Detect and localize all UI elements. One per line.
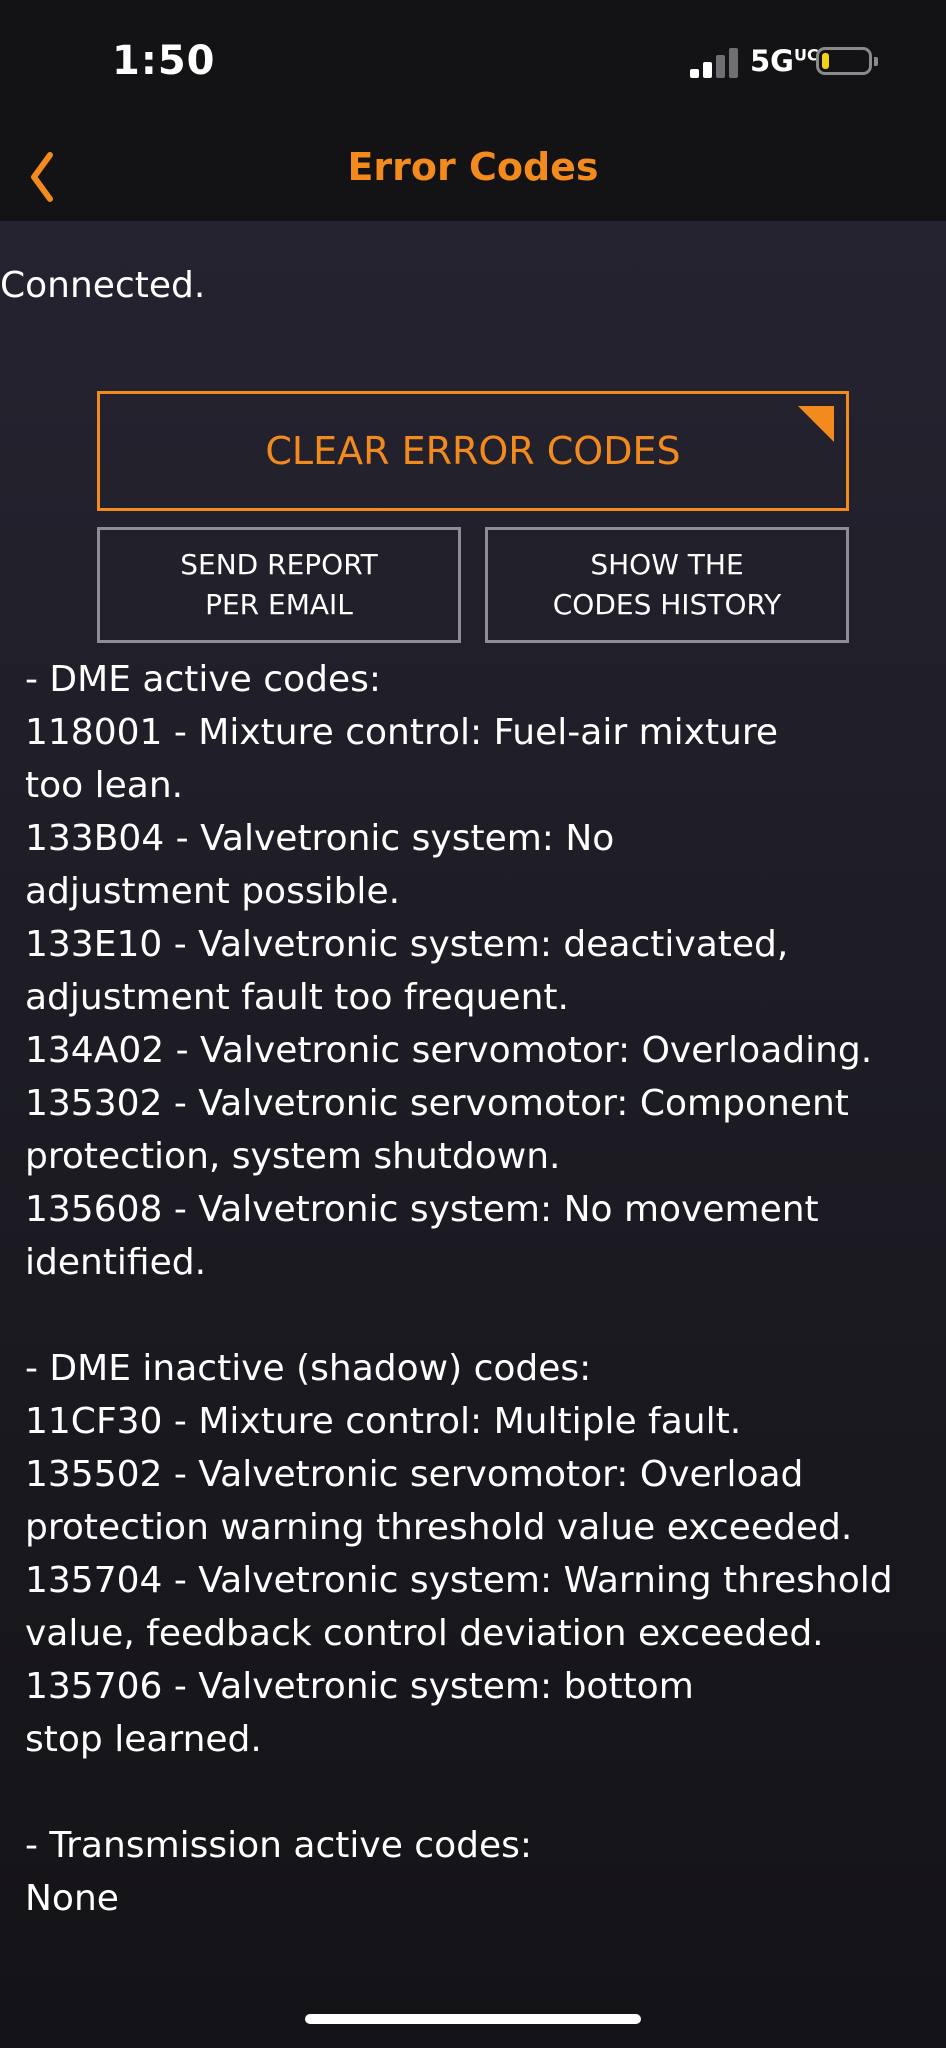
battery-icon: [816, 47, 878, 75]
report-line: 135608 - Valvetronic system: No movement: [25, 1189, 819, 1230]
report-line: 134A02 - Valvetronic servomotor: Overloa…: [25, 1030, 873, 1071]
clear-error-codes-button[interactable]: CLEAR ERROR CODES: [97, 391, 849, 511]
show-history-label: SHOW THE CODES HISTORY: [553, 545, 782, 625]
report-line: protection warning threshold value excee…: [25, 1507, 853, 1548]
clear-error-codes-label: CLEAR ERROR CODES: [265, 429, 681, 473]
network-indicator: 5GUC: [750, 44, 819, 78]
send-report-label-line2: PER EMAIL: [205, 588, 353, 621]
status-time: 1:50: [112, 38, 216, 84]
report-line: protection, system shutdown.: [25, 1136, 561, 1177]
battery-level: [822, 53, 829, 69]
send-report-email-button[interactable]: SEND REPORT PER EMAIL: [97, 527, 461, 643]
signal-strength-icon: [690, 48, 742, 78]
report-line: adjustment possible.: [25, 871, 401, 912]
signal-bar: [690, 69, 699, 78]
show-history-label-line2: CODES HISTORY: [552, 588, 782, 621]
connection-status: Connected.: [0, 265, 206, 306]
dme-inactive-header: - DME inactive (shadow) codes:: [25, 1348, 592, 1389]
report-line: adjustment fault too frequent.: [25, 977, 569, 1018]
page-title: Error Codes: [347, 145, 599, 189]
report-line: stop learned.: [25, 1719, 262, 1760]
report-line: 118001 - Mixture control: Fuel-air mixtu…: [25, 712, 779, 753]
home-indicator[interactable]: [305, 2014, 641, 2024]
report-line: 135502 - Valvetronic servomotor: Overloa…: [25, 1454, 804, 1495]
send-report-label-line1: SEND REPORT: [180, 548, 378, 581]
corner-triangle-icon: [798, 406, 834, 442]
signal-bar: [716, 55, 725, 78]
report-line: 133B04 - Valvetronic system: No: [25, 818, 615, 859]
dme-active-header: - DME active codes:: [25, 659, 381, 700]
report-line: 135302 - Valvetronic servomotor: Compone…: [25, 1083, 849, 1124]
report-line: 135706 - Valvetronic system: bottom: [25, 1666, 694, 1707]
show-history-label-line1: SHOW THE: [590, 548, 744, 581]
network-suffix: UC: [793, 45, 819, 65]
navigation-bar: Error Codes: [0, 125, 946, 221]
status-bar: 1:50 5GUC: [0, 0, 946, 125]
main-content: Connected. CLEAR ERROR CODES SEND REPORT…: [0, 221, 946, 2048]
network-type: 5G: [750, 44, 794, 78]
error-codes-report: - DME active codes: 118001 - Mixture con…: [25, 653, 925, 1925]
report-line: identified.: [25, 1242, 207, 1283]
report-line: too lean.: [25, 765, 184, 806]
signal-bar: [729, 48, 738, 78]
report-line: 11CF30 - Mixture control: Multiple fault…: [25, 1401, 742, 1442]
signal-bar: [703, 62, 712, 78]
report-line: None: [25, 1878, 119, 1919]
report-line: 133E10 - Valvetronic system: deactivated…: [25, 924, 789, 965]
transmission-active-header: - Transmission active codes:: [25, 1825, 533, 1866]
send-report-label: SEND REPORT PER EMAIL: [180, 545, 377, 625]
report-line: 135704 - Valvetronic system: Warning thr…: [25, 1560, 893, 1601]
report-line: value, feedback control deviation exceed…: [25, 1613, 824, 1654]
show-codes-history-button[interactable]: SHOW THE CODES HISTORY: [485, 527, 849, 643]
